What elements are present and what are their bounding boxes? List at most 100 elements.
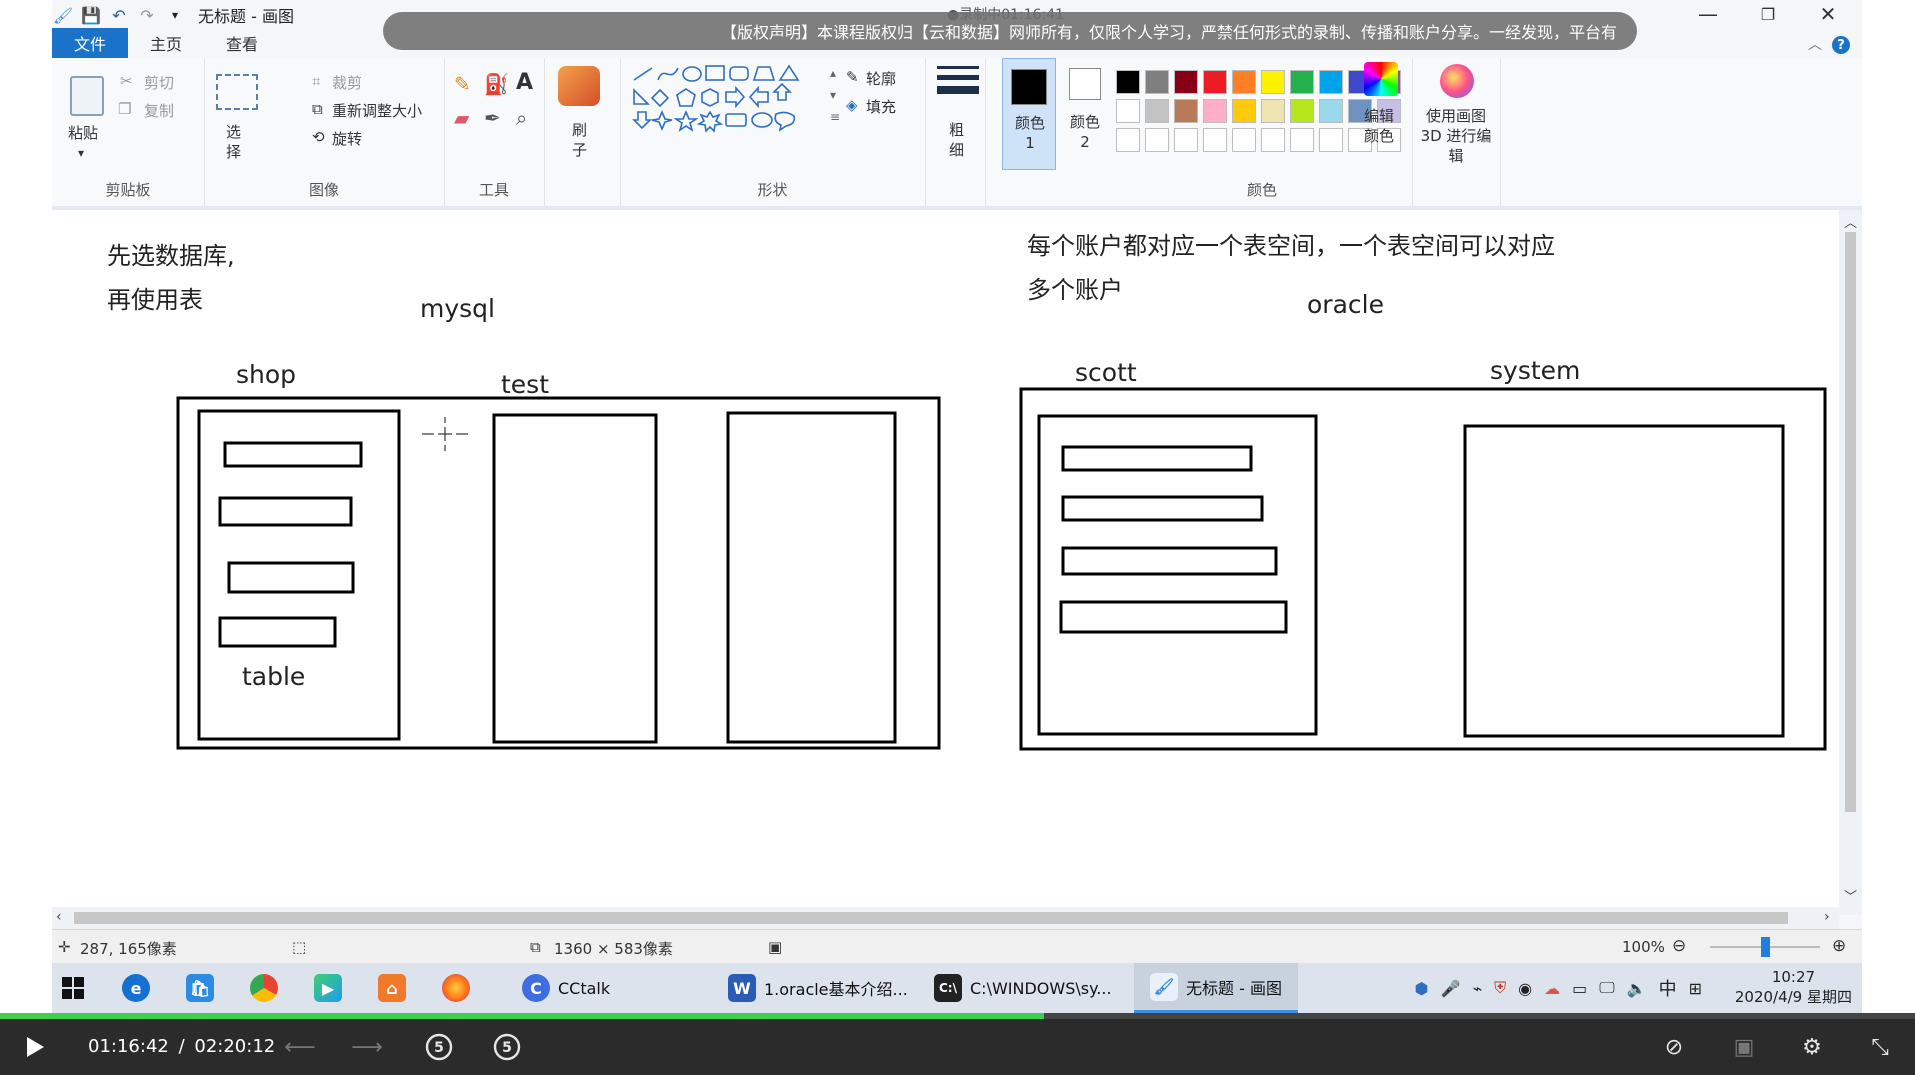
tab-view[interactable]: 查看 — [204, 28, 280, 58]
network-off-tray-icon[interactable]: ⌁ — [1472, 979, 1482, 998]
brushes-button[interactable]: 刷子 — [572, 120, 592, 160]
color1-selector[interactable]: 颜色 1 — [1002, 58, 1056, 170]
resize-button[interactable]: 重新调整大小 — [332, 100, 422, 121]
subtitle-off-icon[interactable]: ⊘ — [1656, 1029, 1692, 1065]
edit-colors-button[interactable]: 编辑颜色 — [1364, 106, 1400, 146]
brush-icon[interactable] — [558, 66, 600, 106]
security-tray-icon[interactable]: ⛨ — [1494, 978, 1506, 998]
tab-file[interactable]: 文件 — [52, 28, 129, 58]
collapse-ribbon-icon[interactable]: ︿ — [1808, 34, 1822, 54]
color-swatch[interactable] — [1232, 128, 1256, 152]
pencil-icon[interactable]: ✎ — [454, 72, 471, 96]
scroll-up-icon[interactable]: ︿ — [1844, 212, 1857, 231]
color-swatch[interactable] — [1261, 99, 1285, 123]
save-icon[interactable]: 💾 — [80, 4, 102, 26]
color-swatch[interactable] — [1145, 128, 1169, 152]
ime-indicator[interactable]: 中 — [1659, 975, 1677, 1001]
battery-tray-icon[interactable]: ▭ — [1572, 979, 1587, 998]
maximize-button[interactable]: ❐ — [1742, 0, 1794, 28]
color-swatch[interactable] — [1116, 70, 1140, 94]
scroll-left-icon[interactable]: ‹ — [56, 909, 62, 925]
settings-gear-icon[interactable]: ⚙ — [1794, 1029, 1830, 1065]
line-size-icon[interactable] — [937, 66, 979, 94]
app-taskbar-icon[interactable]: ⌂ — [378, 963, 406, 1013]
color-swatch[interactable] — [1116, 128, 1140, 152]
vertical-scroll-thumb[interactable] — [1845, 232, 1856, 812]
edit-colors-icon[interactable] — [1364, 62, 1398, 96]
taskbar-app-paint[interactable]: 🖌 无标题 - 画图 — [1134, 963, 1298, 1013]
shapes-expand-icon[interactable]: ≡ — [830, 110, 840, 124]
shapes-scroll-up-icon[interactable]: ▴ — [830, 66, 836, 80]
color-swatch[interactable] — [1145, 70, 1169, 94]
vertical-scrollbar[interactable]: ︿ ﹀ — [1839, 210, 1862, 915]
magnifier-icon[interactable]: ⌕ — [516, 106, 527, 130]
shapes-scroll-down-icon[interactable]: ▾ — [830, 88, 836, 102]
text-tool-icon[interactable]: A — [516, 70, 533, 95]
paste-dropdown-icon[interactable]: ▾ — [78, 146, 84, 160]
paint3d-icon[interactable] — [1440, 64, 1474, 98]
cube-tray-icon[interactable]: ⬢ — [1415, 979, 1429, 998]
color-swatch[interactable] — [1290, 128, 1314, 152]
minimize-button[interactable]: — — [1682, 0, 1734, 28]
redo-icon[interactable]: ↷ — [136, 4, 158, 26]
horizontal-scrollbar[interactable]: ‹ › — [52, 907, 1839, 929]
paint-app-icon[interactable]: 🖌 — [52, 4, 74, 26]
color-swatch[interactable] — [1174, 128, 1198, 152]
color-swatch[interactable] — [1319, 128, 1343, 152]
player-taskbar-icon[interactable]: ▶ — [314, 963, 342, 1013]
outline-dropdown[interactable]: 轮廓 — [866, 68, 896, 89]
zoom-slider-thumb[interactable] — [1761, 937, 1770, 957]
color-swatch[interactable] — [1261, 70, 1285, 94]
color-swatch[interactable] — [1203, 99, 1227, 123]
color-swatch[interactable] — [1232, 99, 1256, 123]
volume-tray-icon[interactable]: 🔈 — [1627, 979, 1647, 998]
display-tray-icon[interactable]: 🖵 — [1599, 978, 1614, 998]
play-button[interactable] — [20, 1029, 50, 1065]
taskbar-app-cctalk[interactable]: C CCtalk — [522, 963, 610, 1013]
previous-icon[interactable]: ⟵ — [284, 1029, 316, 1065]
horizontal-scroll-thumb[interactable] — [74, 912, 1788, 924]
select-button[interactable]: 选择 — [226, 122, 246, 162]
color-swatch[interactable] — [1174, 70, 1198, 94]
size-button[interactable]: 粗细 — [949, 120, 969, 160]
color-swatch[interactable] — [1145, 99, 1169, 123]
exit-fullscreen-icon[interactable]: ⤡ — [1862, 1029, 1898, 1065]
cloud-tray-icon[interactable]: ☁ — [1544, 979, 1560, 998]
rewind-5-icon[interactable]: 5 — [421, 1029, 457, 1065]
next-icon[interactable]: ⟶ — [351, 1029, 383, 1065]
zoom-in-icon[interactable]: ⊕ — [1832, 936, 1846, 956]
clock[interactable]: 10:27 2020/4/9 星期四 — [1735, 967, 1852, 1007]
microphone-tray-icon[interactable]: 🎤 — [1441, 979, 1461, 998]
firefox-taskbar-icon[interactable] — [442, 963, 470, 1013]
color-swatch[interactable] — [1290, 99, 1314, 123]
taskbar-app-word[interactable]: W 1.oracle基本介绍... — [728, 963, 908, 1013]
forward-5-icon[interactable]: 5 — [489, 1029, 525, 1065]
crop-button[interactable]: 裁剪 — [332, 72, 362, 93]
taskbar-app-cmd[interactable]: C:\ C:\WINDOWS\sy... — [934, 963, 1112, 1013]
copy-button[interactable]: 复制 — [144, 100, 174, 121]
select-icon[interactable] — [216, 74, 258, 110]
scroll-right-icon[interactable]: › — [1824, 909, 1830, 925]
undo-icon[interactable]: ↶ — [108, 4, 130, 26]
keyboard-tray-icon[interactable]: ⊞ — [1689, 979, 1702, 998]
close-button[interactable]: ✕ — [1802, 0, 1854, 28]
color-picker-icon[interactable]: ✒ — [484, 106, 501, 130]
help-icon[interactable]: ? — [1832, 36, 1850, 54]
drawing-canvas[interactable]: 先选数据库, 再使用表 mysql shop test table 每个账户都对… — [52, 210, 1839, 910]
color-swatch[interactable] — [1203, 70, 1227, 94]
chrome-taskbar-icon[interactable] — [250, 963, 278, 1013]
color-swatch[interactable] — [1174, 99, 1198, 123]
circle-tray-icon[interactable]: ◉ — [1518, 979, 1532, 998]
scroll-down-icon[interactable]: ﹀ — [1844, 886, 1857, 905]
customize-qat-icon[interactable]: ▾ — [164, 4, 186, 26]
fill-bucket-icon[interactable]: ⛽ — [484, 72, 509, 96]
zoom-out-icon[interactable]: ⊖ — [1672, 936, 1686, 956]
eraser-icon[interactable]: ▰ — [454, 106, 469, 130]
start-button[interactable] — [62, 963, 84, 1013]
store-taskbar-icon[interactable]: 🛍 — [186, 963, 214, 1013]
color-swatch[interactable] — [1261, 128, 1285, 152]
color-swatch[interactable] — [1116, 99, 1140, 123]
tab-home[interactable]: 主页 — [128, 28, 204, 58]
picture-in-picture-icon[interactable]: ▣ — [1726, 1029, 1762, 1065]
color-swatch[interactable] — [1203, 128, 1227, 152]
